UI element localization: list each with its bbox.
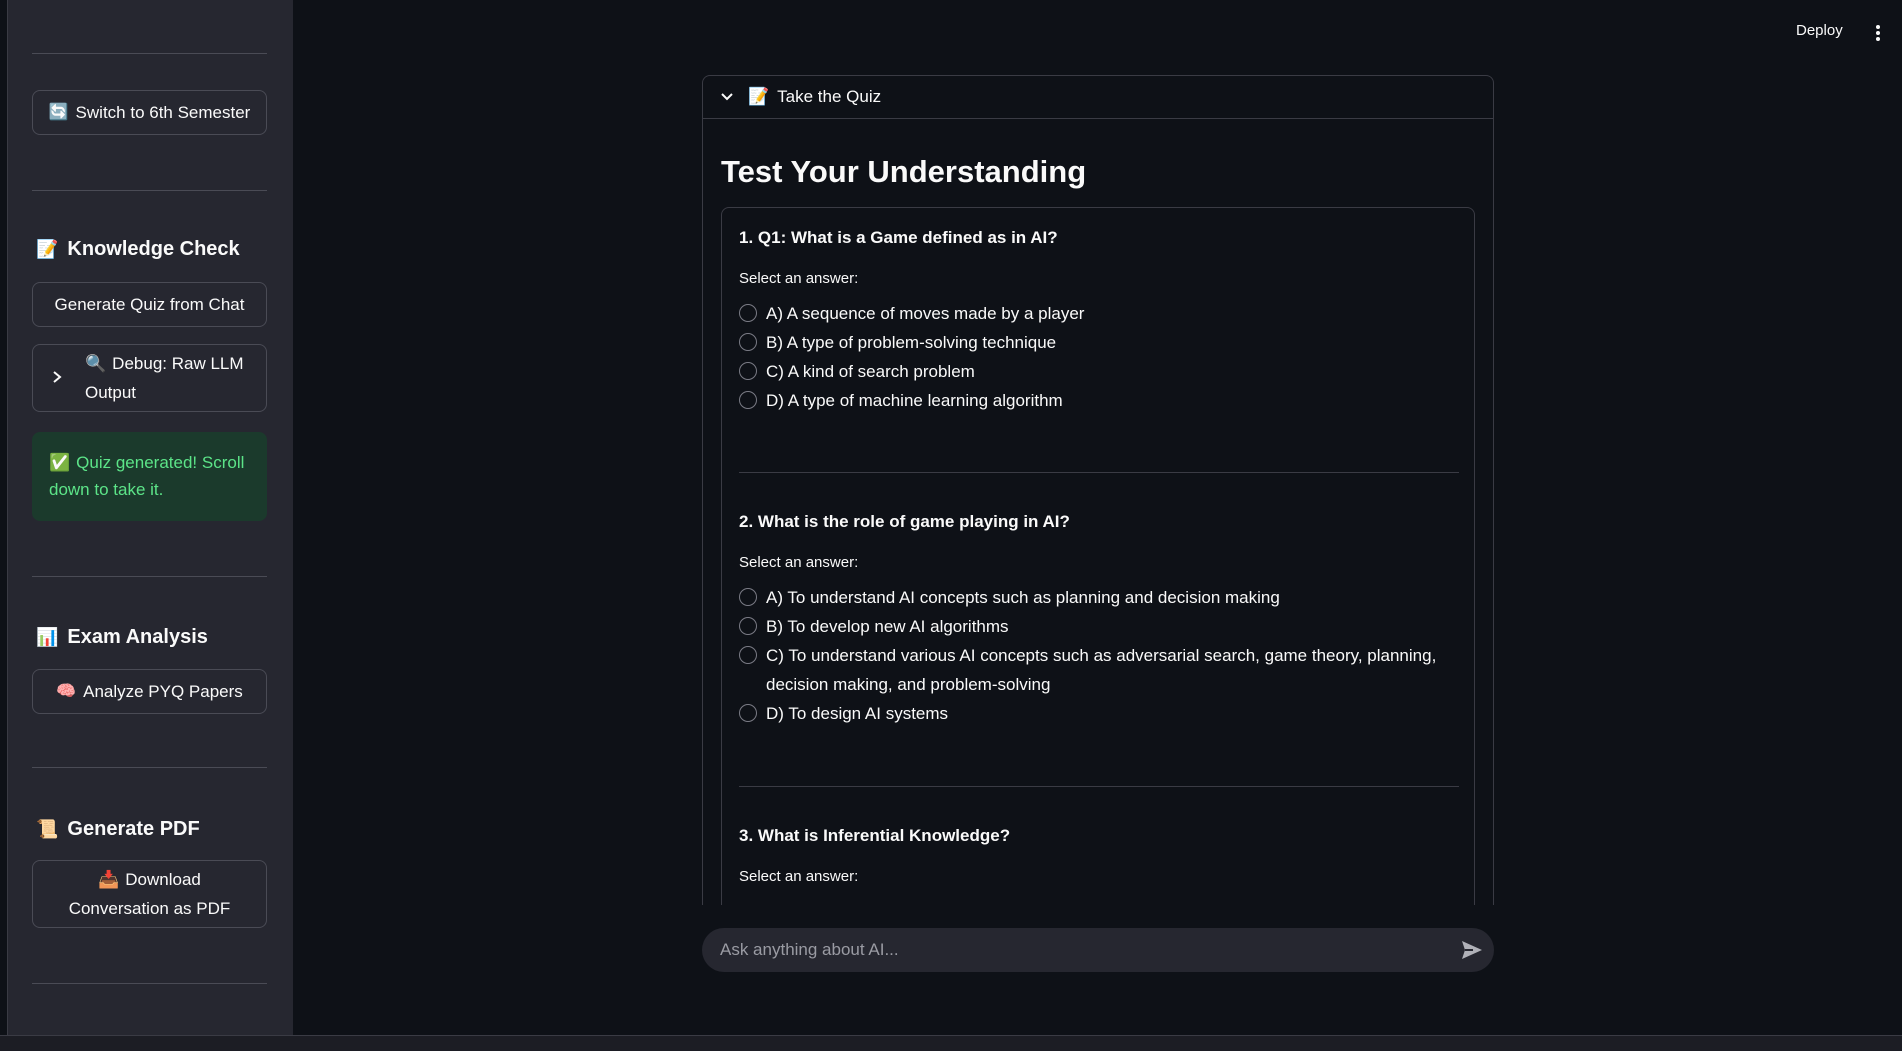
refresh-icon: 🔄 <box>48 104 69 121</box>
scroll-icon: 📜 <box>36 819 59 839</box>
chevron-down-icon <box>720 89 734 105</box>
generate-pdf-heading-text: Generate PDF <box>67 818 200 840</box>
quiz-title: Test Your Understanding <box>721 154 1087 189</box>
select-prompt: Select an answer: <box>739 270 859 287</box>
app-root: 🔄 Switch to 6th Semester 📝 Knowledge Che… <box>0 0 1902 1051</box>
radio-option[interactable]: C) A kind of search problem <box>739 357 1459 386</box>
chat-input[interactable] <box>720 940 1450 960</box>
exam-analysis-heading-text: Exam Analysis <box>67 626 208 648</box>
radio-option-label: C) A kind of search problem <box>766 362 975 381</box>
radio-option-label: B) To develop new AI algorithms <box>766 617 1009 636</box>
radio-circle-icon[interactable] <box>739 646 757 664</box>
knowledge-check-heading: 📝 Knowledge Check <box>36 238 240 261</box>
magnifier-icon: 🔍 <box>85 354 107 373</box>
radio-group: A) A sequence of moves made by a player … <box>739 299 1459 415</box>
quiz-success-message: Quiz generated! Scroll down to take it. <box>49 453 245 499</box>
select-prompt: Select an answer: <box>739 554 859 571</box>
radio-option[interactable]: D) A type of machine learning algorithm <box>739 386 1459 415</box>
select-prompt: Select an answer: <box>739 868 859 885</box>
debug-expander[interactable]: 🔍 Debug: Raw LLM Output <box>32 344 267 412</box>
radio-option-label: A) To understand AI concepts such as pla… <box>766 588 1280 607</box>
radio-option[interactable]: B) A type of problem-solving technique <box>739 328 1459 357</box>
sidebar-divider <box>32 190 267 191</box>
radio-option-label: D) A type of machine learning algorithm <box>766 391 1063 410</box>
switch-semester-button[interactable]: 🔄 Switch to 6th Semester <box>32 90 267 135</box>
generate-pdf-heading: 📜 Generate PDF <box>36 818 200 841</box>
inbox-tray-icon: 📥 <box>98 870 120 889</box>
radio-circle-icon[interactable] <box>739 333 757 351</box>
debug-expander-label: Debug: Raw LLM Output <box>85 354 244 402</box>
question-1: 1. Q1: What is a Game defined as in AI? … <box>739 228 1459 415</box>
generate-quiz-button[interactable]: Generate Quiz from Chat <box>32 282 267 327</box>
analyze-pyq-label: Analyze PYQ Papers <box>83 682 243 701</box>
question-3: 3. What is Inferential Knowledge? Select… <box>739 826 1459 885</box>
radio-group: A) To understand AI concepts such as pla… <box>739 583 1459 728</box>
radio-circle-icon[interactable] <box>739 362 757 380</box>
exam-analysis-heading: 📊 Exam Analysis <box>36 626 208 649</box>
memo-icon: 📝 <box>36 239 59 259</box>
switch-semester-label: Switch to 6th Semester <box>75 103 251 122</box>
radio-option[interactable]: C) To understand various AI concepts suc… <box>739 641 1459 699</box>
chat-input-container <box>702 928 1494 972</box>
radio-option[interactable]: D) To design AI systems <box>739 699 1459 728</box>
radio-option-label: D) To design AI systems <box>766 704 949 723</box>
quiz-expander: 📝 Take the Quiz Test Your Understanding … <box>702 75 1494 905</box>
radio-option[interactable]: A) To understand AI concepts such as pla… <box>739 583 1459 612</box>
generate-quiz-label: Generate Quiz from Chat <box>54 295 245 314</box>
quiz-expander-label: Take the Quiz <box>777 87 882 106</box>
radio-option-label: C) To understand various AI concepts suc… <box>766 646 1437 694</box>
question-text: 3. What is Inferential Knowledge? <box>739 826 1011 845</box>
sidebar-divider <box>32 983 267 984</box>
chevron-right-icon <box>51 364 71 393</box>
radio-circle-icon[interactable] <box>739 704 757 722</box>
memo-icon: 📝 <box>748 87 770 106</box>
sidebar-divider <box>32 767 267 768</box>
main-menu-icon[interactable] <box>1872 22 1884 44</box>
radio-option-label: B) A type of problem-solving technique <box>766 333 1057 352</box>
sidebar-divider <box>32 576 267 577</box>
debug-expander-text: 🔍 Debug: Raw LLM Output <box>85 349 255 407</box>
radio-option-label: A) A sequence of moves made by a player <box>766 304 1085 323</box>
question-divider <box>739 472 1459 473</box>
sidebar: 🔄 Switch to 6th Semester 📝 Knowledge Che… <box>7 0 293 1035</box>
radio-circle-icon[interactable] <box>739 391 757 409</box>
quiz-form: 1. Q1: What is a Game defined as in AI? … <box>721 207 1475 905</box>
analyze-pyq-button[interactable]: 🧠 Analyze PYQ Papers <box>32 669 267 714</box>
download-pdf-button[interactable]: 📥 Download Conversation as PDF <box>32 860 267 928</box>
send-icon[interactable] <box>1450 928 1494 972</box>
check-icon: ✅ <box>49 453 71 472</box>
question-text: 1. Q1: What is a Game defined as in AI? <box>739 228 1058 247</box>
question-2: 2. What is the role of game playing in A… <box>739 512 1459 728</box>
sidebar-divider <box>32 53 267 54</box>
knowledge-check-heading-text: Knowledge Check <box>67 238 240 260</box>
radio-option[interactable]: B) To develop new AI algorithms <box>739 612 1459 641</box>
taskbar-strip <box>0 1035 1902 1051</box>
question-text: 2. What is the role of game playing in A… <box>739 512 1070 531</box>
download-pdf-label: Download Conversation as PDF <box>68 870 231 918</box>
radio-circle-icon[interactable] <box>739 304 757 322</box>
radio-circle-icon[interactable] <box>739 617 757 635</box>
quiz-success-alert: ✅ Quiz generated! Scroll down to take it. <box>32 432 267 521</box>
download-pdf-text: 📥 Download Conversation as PDF <box>63 865 236 923</box>
brain-icon: 🧠 <box>56 683 77 700</box>
radio-option[interactable]: A) A sequence of moves made by a player <box>739 299 1459 328</box>
quiz-expander-header[interactable]: 📝 Take the Quiz <box>703 76 1493 119</box>
question-divider <box>739 786 1459 787</box>
deploy-button[interactable]: Deploy <box>1796 22 1843 39</box>
radio-circle-icon[interactable] <box>739 588 757 606</box>
bar-chart-icon: 📊 <box>36 627 59 647</box>
